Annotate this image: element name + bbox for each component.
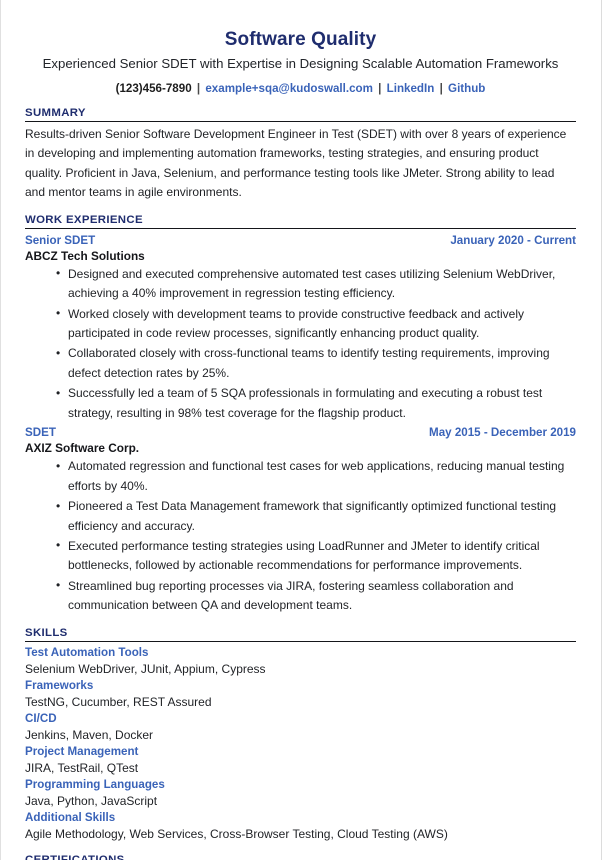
contact-line: (123)456-7890 | example+sqa@kudoswall.co… — [25, 81, 576, 96]
job-bullet-list: Automated regression and functional test… — [25, 457, 576, 616]
candidate-tagline: Experienced Senior SDET with Expertise i… — [42, 55, 559, 71]
contact-separator: | — [439, 81, 443, 95]
section-certifications: CERTIFICATIONS ISTQB Foundation Level Oc… — [25, 854, 576, 860]
skill-category: Programming Languages — [25, 777, 165, 791]
job-dates: January 2020 - Current — [450, 233, 576, 247]
summary-body: Results-driven Senior Software Developme… — [25, 122, 576, 203]
job-bullet: Worked closely with development teams to… — [56, 304, 576, 344]
linkedin-link[interactable]: LinkedIn — [387, 82, 435, 95]
resume-content: Software Quality Experienced Senior SDET… — [1, 0, 601, 860]
candidate-name: Software Quality — [224, 29, 377, 50]
summary-text: Results-driven Senior Software Developme… — [25, 126, 567, 200]
job-bullet: Successfully led a team of 5 SQA profess… — [56, 384, 576, 423]
contact-separator: | — [196, 81, 201, 95]
section-summary: SUMMARY Results-driven Senior Software D… — [25, 107, 576, 203]
contact-separator: | — [378, 81, 382, 95]
skill-category: Project Management — [25, 744, 139, 758]
job-role: SDET — [25, 426, 56, 440]
skill-category: Test Automation Tools — [25, 645, 149, 659]
skill-values: Selenium WebDriver, JUnit, Appium, Cypre… — [25, 661, 266, 676]
job-bullet: Streamlined bug reporting processes via … — [56, 576, 576, 616]
section-title-skills: SKILLS — [25, 627, 576, 642]
job-entry: SDET May 2015 - December 2019 AXIZ Softw… — [25, 426, 576, 616]
github-link[interactable]: Github — [448, 82, 485, 95]
skill-values: TestNG, Cucumber, REST Assured — [25, 694, 212, 709]
job-role: Senior SDET — [25, 233, 96, 247]
skill-values: Agile Methodology, Web Services, Cross-B… — [25, 826, 448, 841]
job-company: ABCZ Tech Solutions — [25, 248, 145, 263]
job-header-row: Senior SDET January 2020 - Current — [25, 234, 576, 247]
section-work-experience: WORK EXPERIENCE Senior SDET January 2020… — [25, 214, 576, 616]
email-link[interactable]: example+sqa@kudoswall.com — [205, 82, 373, 95]
phone-number: (123)456-7890 — [115, 81, 192, 95]
skill-category: CI/CD — [25, 711, 57, 725]
job-bullet: Pioneered a Test Data Management framewo… — [56, 497, 576, 536]
job-bullet: Executed performance testing strategies … — [56, 536, 576, 576]
resume-header: Software Quality Experienced Senior SDET… — [25, 0, 576, 96]
job-bullet: Automated regression and functional test… — [56, 457, 576, 496]
job-bullet: Designed and executed comprehensive auto… — [56, 264, 576, 304]
resume-page: Software Quality Experienced Senior SDET… — [0, 0, 602, 860]
section-title-summary: SUMMARY — [25, 107, 576, 122]
work-experience-body: Senior SDET January 2020 - Current ABCZ … — [25, 229, 576, 616]
skill-values: JIRA, TestRail, QTest — [25, 760, 139, 775]
section-title-work-experience: WORK EXPERIENCE — [25, 214, 576, 229]
job-bullet-list: Designed and executed comprehensive auto… — [25, 264, 576, 424]
skill-category: Additional Skills — [25, 810, 116, 824]
job-entry: Senior SDET January 2020 - Current ABCZ … — [25, 234, 576, 424]
skill-values: Java, Python, JavaScript — [25, 793, 158, 808]
skills-body: Test Automation Tools Selenium WebDriver… — [25, 642, 576, 843]
job-header-row: SDET May 2015 - December 2019 — [25, 426, 576, 439]
job-dates: May 2015 - December 2019 — [429, 426, 576, 440]
skill-values: Jenkins, Maven, Docker — [25, 727, 154, 742]
job-company: AXIZ Software Corp. — [25, 441, 140, 456]
skill-category: Frameworks — [25, 678, 94, 692]
section-skills: SKILLS Test Automation Tools Selenium We… — [25, 627, 576, 843]
section-title-certifications: CERTIFICATIONS — [25, 854, 576, 860]
job-bullet: Collaborated closely with cross-function… — [56, 344, 576, 383]
